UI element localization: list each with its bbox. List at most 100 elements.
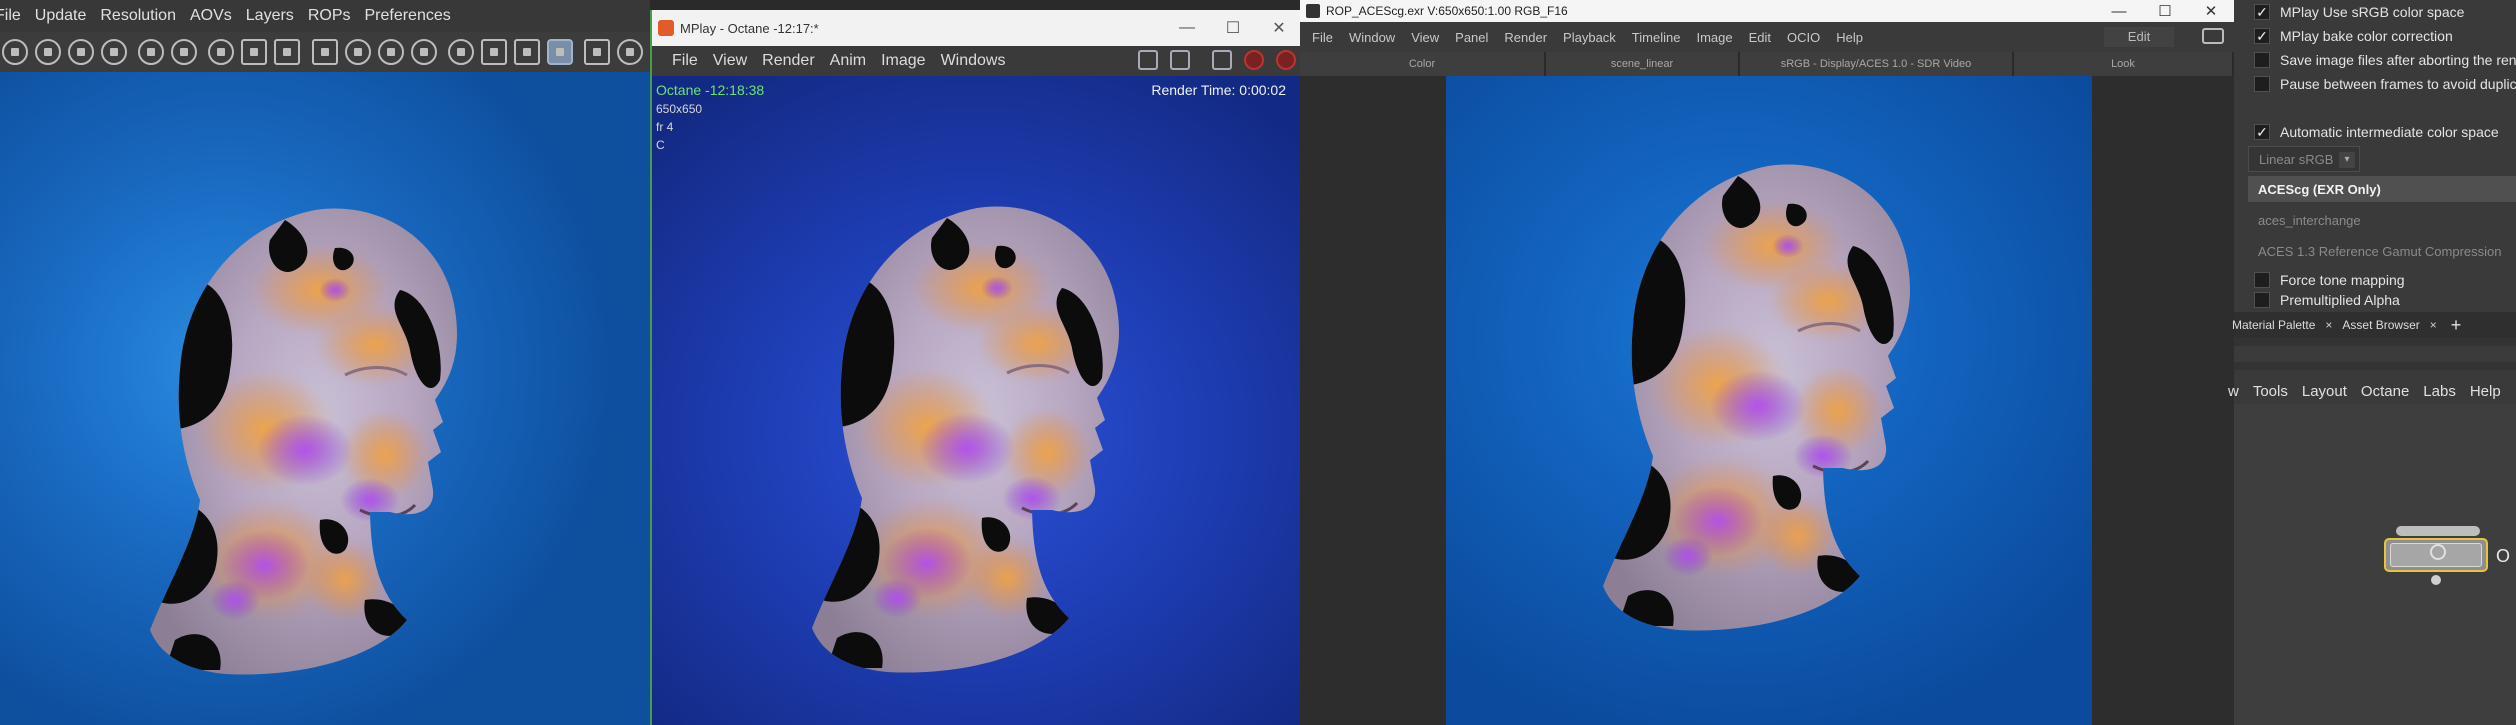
menu-playback[interactable]: Playback bbox=[1563, 30, 1616, 45]
menu-layout[interactable]: Layout bbox=[2302, 383, 2347, 400]
menu-panel[interactable]: Panel bbox=[1455, 30, 1488, 45]
menu-help[interactable]: Help bbox=[1836, 30, 1863, 45]
home-icon[interactable] bbox=[513, 39, 540, 65]
contrast-icon[interactable] bbox=[208, 39, 235, 65]
zoom-icon[interactable] bbox=[546, 39, 573, 65]
menu-octane[interactable]: Octane bbox=[2361, 383, 2409, 400]
chevron-down-icon: ▾ bbox=[2339, 152, 2355, 168]
snapshot-icon[interactable] bbox=[1212, 50, 1232, 70]
pause-icon[interactable] bbox=[101, 39, 127, 65]
menu-resolution[interactable]: Resolution bbox=[100, 7, 176, 25]
menu-layers[interactable]: Layers bbox=[246, 7, 294, 25]
menu-anim[interactable]: Anim bbox=[830, 52, 866, 70]
close-icon[interactable]: × bbox=[2325, 318, 2332, 332]
menu-preferences[interactable]: Preferences bbox=[364, 7, 450, 25]
focus-icon[interactable] bbox=[311, 39, 338, 65]
menu-render[interactable]: Render bbox=[1504, 30, 1547, 45]
render-viewport[interactable] bbox=[0, 72, 650, 725]
option-mplay-srgb[interactable]: ✓ MPlay Use sRGB color space bbox=[2234, 0, 2516, 24]
option-force-tone-mapping[interactable]: Force tone mapping bbox=[2234, 268, 2516, 292]
minimize-icon[interactable]: — bbox=[2096, 3, 2142, 20]
add-tab-icon[interactable]: + bbox=[2451, 315, 2462, 336]
option-auto-color-space[interactable]: ✓ Automatic intermediate color space bbox=[2234, 120, 2516, 144]
checkbox-mplay-srgb[interactable]: ✓ bbox=[2254, 4, 2270, 20]
close-icon[interactable]: ✕ bbox=[1256, 18, 1302, 38]
menu-windows[interactable]: Windows bbox=[941, 52, 1006, 70]
menu-file[interactable]: File bbox=[1312, 30, 1333, 45]
node-output-connector[interactable] bbox=[2431, 575, 2441, 585]
checkbox-force-tone[interactable] bbox=[2254, 272, 2270, 288]
edit-button[interactable]: Edit bbox=[2104, 27, 2174, 47]
close-icon[interactable]: ✕ bbox=[2188, 2, 2234, 20]
menu-view[interactable]: View bbox=[713, 52, 747, 70]
menu-labs[interactable]: Labs bbox=[2423, 383, 2456, 400]
checkbox-auto-color-space[interactable]: ✓ bbox=[2254, 124, 2270, 140]
eye-icon[interactable] bbox=[617, 39, 644, 65]
acescg-option[interactable]: ACEScg (EXR Only) bbox=[2248, 176, 2516, 202]
menu-update[interactable]: Update bbox=[35, 7, 87, 25]
menu-rops[interactable]: ROPs bbox=[308, 7, 351, 25]
option-save-abort[interactable]: Save image files after aborting the rend… bbox=[2234, 48, 2516, 72]
menu-view[interactable]: w bbox=[2228, 383, 2239, 400]
menu-file[interactable]: File bbox=[0, 7, 21, 25]
tab-material-palette[interactable]: Material Palette × bbox=[2232, 312, 2342, 338]
menu-file[interactable]: File bbox=[672, 52, 698, 70]
aces-interchange-option[interactable]: aces_interchange bbox=[2248, 207, 2516, 233]
rop-titlebar[interactable]: ROP_ACEScg.exr V:650x650:1.00 RGB_F16 — … bbox=[1300, 0, 2234, 22]
menu-aovs[interactable]: AOVs bbox=[190, 7, 232, 25]
option-pause-frames[interactable]: Pause between frames to avoid duplicate bbox=[2234, 72, 2516, 96]
menu-help[interactable]: Help bbox=[2470, 383, 2501, 400]
ocio-color[interactable]: Color bbox=[1300, 52, 1546, 76]
close-icon[interactable]: × bbox=[2430, 318, 2437, 332]
target-icon[interactable] bbox=[410, 39, 437, 65]
stop-icon[interactable] bbox=[1244, 50, 1264, 70]
checkbox-save-abort[interactable] bbox=[2254, 52, 2270, 68]
option-mplay-bake[interactable]: ✓ MPlay bake color correction bbox=[2234, 24, 2516, 48]
ocio-display[interactable]: sRGB - Display/ACES 1.0 - SDR Video bbox=[1740, 52, 2014, 76]
menu-tools[interactable]: Tools bbox=[2253, 383, 2288, 400]
region-render-icon[interactable] bbox=[1170, 50, 1190, 70]
fit-icon[interactable] bbox=[241, 39, 268, 65]
mplay-viewport[interactable]: Octane -12:18:38 650x650 fr 4 C Render T… bbox=[652, 76, 1300, 725]
linear-srgb-dropdown[interactable]: Linear sRGB ▾ bbox=[2248, 146, 2360, 172]
rop-viewport[interactable] bbox=[1446, 76, 2092, 725]
checkbox-pause-frames[interactable] bbox=[2254, 76, 2270, 92]
clock-icon[interactable] bbox=[447, 39, 474, 65]
grid-icon[interactable] bbox=[480, 39, 507, 65]
maximize-icon[interactable]: ☐ bbox=[1210, 18, 1256, 38]
checkbox-mplay-bake[interactable]: ✓ bbox=[2254, 28, 2270, 44]
option-premultiplied-alpha[interactable]: Premultiplied Alpha bbox=[2234, 292, 2516, 308]
maximize-icon[interactable]: ☐ bbox=[2142, 2, 2188, 20]
refresh-icon[interactable] bbox=[138, 39, 165, 65]
crop-icon[interactable] bbox=[584, 39, 611, 65]
aces-gamut-option[interactable]: ACES 1.3 Reference Gamut Compression bbox=[2248, 238, 2516, 264]
record-icon[interactable] bbox=[1276, 50, 1296, 70]
menu-render[interactable]: Render bbox=[762, 52, 814, 70]
menu-ocio[interactable]: OCIO bbox=[1787, 30, 1820, 45]
render-time: Render Time: 0:00:02 bbox=[1151, 82, 1286, 98]
power-icon[interactable] bbox=[171, 39, 198, 65]
menu-edit[interactable]: Edit bbox=[1749, 30, 1771, 45]
ocio-scene-linear[interactable]: scene_linear bbox=[1546, 52, 1740, 76]
path-field[interactable] bbox=[2234, 346, 2516, 362]
node-flag-bar[interactable] bbox=[2396, 526, 2480, 536]
dots-icon[interactable] bbox=[377, 39, 404, 65]
menu-image[interactable]: Image bbox=[1696, 30, 1732, 45]
checkbox-premult[interactable] bbox=[2254, 292, 2270, 308]
rop-node[interactable] bbox=[2384, 538, 2488, 572]
skip-forward-icon[interactable] bbox=[68, 39, 94, 65]
sun-icon[interactable] bbox=[344, 39, 371, 65]
menu-image[interactable]: Image bbox=[881, 52, 925, 70]
skip-back-icon[interactable] bbox=[35, 39, 61, 65]
resize-icon[interactable] bbox=[1138, 50, 1158, 70]
layout-icon[interactable] bbox=[2202, 28, 2224, 44]
mplay-titlebar[interactable]: MPlay - Octane -12:17:* — ☐ ✕ bbox=[652, 10, 1302, 46]
menu-view[interactable]: View bbox=[1411, 30, 1439, 45]
play-icon[interactable] bbox=[2, 39, 28, 65]
menu-window[interactable]: Window bbox=[1349, 30, 1395, 45]
menu-timeline[interactable]: Timeline bbox=[1632, 30, 1681, 45]
minimize-icon[interactable]: — bbox=[1164, 19, 1210, 37]
ocio-look[interactable]: Look bbox=[2014, 52, 2234, 76]
region-icon[interactable] bbox=[274, 39, 301, 65]
tab-asset-browser[interactable]: Asset Browser × bbox=[2342, 312, 2446, 338]
